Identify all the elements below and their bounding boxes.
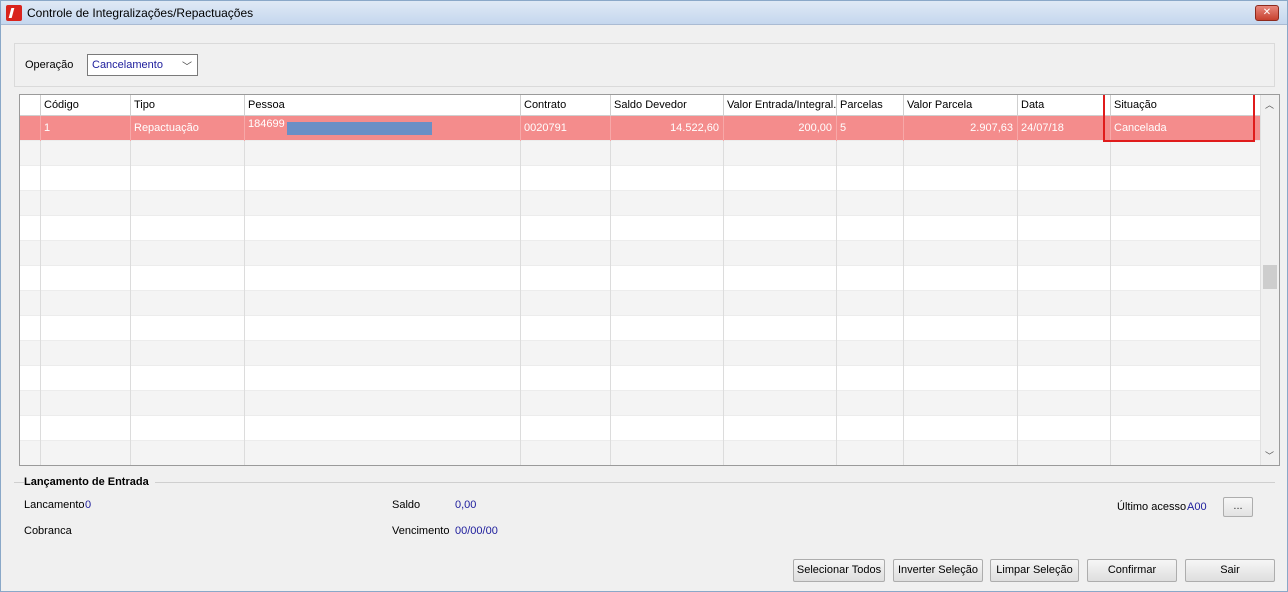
table-row-empty (20, 441, 1260, 465)
redacted-name (286, 121, 432, 135)
entry-panel: Lançamento de Entrada Lancamento 0 Cobra… (14, 476, 1275, 551)
cell-valor-entrada: 200,00 (724, 116, 837, 141)
exit-button[interactable]: Sair (1185, 559, 1275, 582)
row-indicator (20, 116, 41, 141)
table-row-empty (20, 166, 1260, 191)
table-row-empty (20, 291, 1260, 316)
filter-panel: Operação Cancelamento ﹀ (14, 43, 1275, 87)
header-situacao[interactable]: Situação (1111, 95, 1260, 116)
cell-pessoa-id: 184699 (248, 118, 285, 130)
header-valor-entrada[interactable]: Valor Entrada/Integral... (724, 95, 837, 116)
header-contrato[interactable]: Contrato (521, 95, 611, 116)
cell-data: 24/07/18 (1018, 116, 1111, 141)
operation-label: Operação (25, 59, 74, 71)
cell-contrato: 0020791 (521, 116, 611, 141)
cell-valor-parcela: 2.907,63 (904, 116, 1018, 141)
table-row[interactable]: 1 Repactuação 184699 0020791 14.522,60 2… (20, 116, 1260, 141)
invert-selection-button[interactable]: Inverter Seleção (893, 559, 983, 582)
header-valor-parcela[interactable]: Valor Parcela (904, 95, 1018, 116)
table-row-empty (20, 366, 1260, 391)
column-divider-line (1017, 141, 1018, 465)
table-row-empty (20, 266, 1260, 291)
app-logo-icon (6, 5, 22, 21)
grid-header: Código Tipo Pessoa Contrato Saldo Devedo… (20, 95, 1260, 116)
column-divider-line (130, 141, 131, 465)
vencimento-label: Vencimento (392, 525, 450, 537)
cell-parcelas: 5 (837, 116, 904, 141)
ultimo-acesso-value: A00 (1187, 501, 1207, 513)
column-divider-line (244, 141, 245, 465)
table-row-empty (20, 316, 1260, 341)
table-row-empty (20, 141, 1260, 166)
table-row-empty (20, 216, 1260, 241)
title-bar: Controle de Integralizações/Repactuações… (1, 1, 1287, 25)
cell-situacao: Cancelada (1114, 122, 1167, 134)
table-row-empty (20, 191, 1260, 216)
operation-value: Cancelamento (92, 59, 163, 71)
window-title: Controle de Integralizações/Repactuações (27, 6, 254, 20)
cell-saldo-devedor: 14.522,60 (611, 116, 724, 141)
chevron-down-icon: ﹀ (182, 62, 192, 73)
table-row-empty (20, 391, 1260, 416)
header-parcelas[interactable]: Parcelas (837, 95, 904, 116)
header-indicator (20, 95, 41, 116)
scroll-thumb[interactable] (1263, 265, 1277, 289)
vencimento-value: 00/00/00 (455, 525, 498, 537)
header-codigo[interactable]: Código (41, 95, 131, 116)
cobranca-label: Cobranca (24, 525, 72, 537)
clear-selection-button[interactable]: Limpar Seleção (990, 559, 1079, 582)
saldo-label: Saldo (392, 499, 421, 511)
header-data[interactable]: Data (1018, 95, 1111, 116)
select-all-button[interactable]: Selecionar Todos (793, 559, 885, 582)
column-divider-line (520, 141, 521, 465)
column-divider-line (1110, 141, 1111, 465)
table-row-empty (20, 241, 1260, 266)
header-tipo[interactable]: Tipo (131, 95, 245, 116)
column-divider-line (723, 141, 724, 465)
ultimo-acesso-label: Último acesso (1117, 501, 1187, 513)
lancamento-value: 0 (85, 499, 92, 511)
scroll-up-icon[interactable]: ︿ (1265, 98, 1274, 111)
close-button[interactable]: ✕ (1255, 5, 1279, 21)
entry-panel-title: Lançamento de Entrada (24, 476, 155, 488)
confirm-button[interactable]: Confirmar (1087, 559, 1177, 582)
column-divider-line (836, 141, 837, 465)
cell-pessoa: 184699 (245, 116, 521, 141)
table-row-empty (20, 416, 1260, 441)
records-grid: Código Tipo Pessoa Contrato Saldo Devedo… (19, 94, 1280, 466)
vertical-scrollbar[interactable]: ︿ ﹀ (1260, 95, 1279, 465)
header-saldo-devedor[interactable]: Saldo Devedor (611, 95, 724, 116)
lancamento-label: Lancamento (24, 499, 85, 511)
cell-codigo: 1 (41, 116, 131, 141)
main-window: Controle de Integralizações/Repactuações… (0, 0, 1288, 592)
operation-select[interactable]: Cancelamento ﹀ (87, 54, 198, 76)
table-row-empty (20, 341, 1260, 366)
column-divider-line (610, 141, 611, 465)
scroll-down-icon[interactable]: ﹀ (1265, 449, 1274, 462)
column-divider-line (903, 141, 904, 465)
lookup-button[interactable]: ... (1223, 497, 1253, 517)
header-pessoa[interactable]: Pessoa (245, 95, 521, 116)
cell-tipo: Repactuação (131, 116, 245, 141)
saldo-value: 0,00 (455, 499, 477, 511)
column-divider-line (40, 141, 41, 465)
